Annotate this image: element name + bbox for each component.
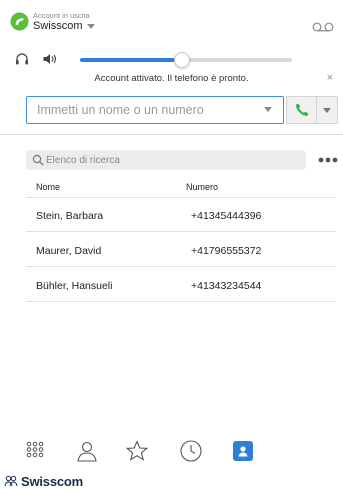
- call-button[interactable]: [286, 96, 316, 124]
- contacts-search-input[interactable]: [46, 150, 296, 170]
- history-icon: [180, 440, 202, 462]
- outgoing-account-selector[interactable]: Swisscom: [33, 20, 95, 32]
- contact-name: Stein, Barbara: [36, 210, 104, 222]
- dial-input[interactable]: [27, 97, 247, 122]
- voicemail-icon[interactable]: [312, 22, 334, 32]
- volume-slider-fill: [80, 58, 182, 62]
- nav-favorites[interactable]: [124, 438, 150, 464]
- nav-dialpad[interactable]: [22, 438, 48, 464]
- audio-controls: [0, 48, 343, 72]
- contacts-book-icon: [238, 446, 248, 457]
- nav-contacts-book[interactable]: [233, 441, 253, 461]
- volume-slider[interactable]: [80, 52, 292, 68]
- brand-name: Swisscom: [21, 473, 83, 489]
- favorites-icon: [125, 440, 149, 461]
- column-header-number[interactable]: Numero: [186, 182, 218, 192]
- dial-history-dropdown-icon[interactable]: [264, 107, 272, 112]
- call-options-button[interactable]: [316, 96, 338, 124]
- contacts-search-bar[interactable]: [26, 150, 306, 170]
- contact-number: +41345444396: [191, 210, 262, 222]
- phone-icon: [295, 103, 308, 117]
- contact-icon: [77, 441, 97, 462]
- column-header-name[interactable]: Nome: [36, 182, 60, 192]
- speaker-volume-icon[interactable]: [42, 52, 58, 66]
- nav-contact[interactable]: [74, 438, 100, 464]
- contact-number: +41343234544: [191, 280, 262, 292]
- swisscom-logo-icon: [10, 12, 29, 31]
- contact-name: Maurer, David: [36, 245, 102, 257]
- status-message: Account attivato. Il telefono è pronto.: [94, 73, 249, 84]
- account-name: Swisscom: [33, 20, 83, 32]
- chevron-down-icon: [86, 24, 95, 29]
- search-icon: [32, 154, 44, 166]
- outgoing-account-caption: Account in uscita: [33, 11, 90, 20]
- phone-control-panel: Account in uscita Swisscom Account attiv…: [0, 0, 343, 135]
- contact-name: Bühler, Hansueli: [36, 280, 113, 292]
- headset-icon[interactable]: [14, 51, 30, 67]
- nav-history[interactable]: [178, 438, 204, 464]
- volume-slider-thumb[interactable]: [173, 52, 190, 68]
- more-options-icon[interactable]: [318, 157, 338, 163]
- contact-row[interactable]: Bühler, Hansueli +41343234544: [26, 268, 336, 302]
- dial-bar: [0, 96, 343, 126]
- dial-input-box[interactable]: [26, 96, 284, 124]
- dialpad-icon: [26, 441, 44, 458]
- bottom-navigation: [0, 430, 343, 470]
- contact-row[interactable]: Maurer, David +41796555372: [26, 233, 336, 267]
- brand-footer: Swisscom: [4, 472, 83, 490]
- contact-number: +41796555372: [191, 245, 262, 257]
- swisscom-people-logo-icon: [4, 475, 18, 487]
- contact-row[interactable]: Stein, Barbara +41345444396: [26, 198, 336, 232]
- chevron-down-icon: [323, 107, 331, 113]
- close-status-button[interactable]: ×: [327, 72, 333, 84]
